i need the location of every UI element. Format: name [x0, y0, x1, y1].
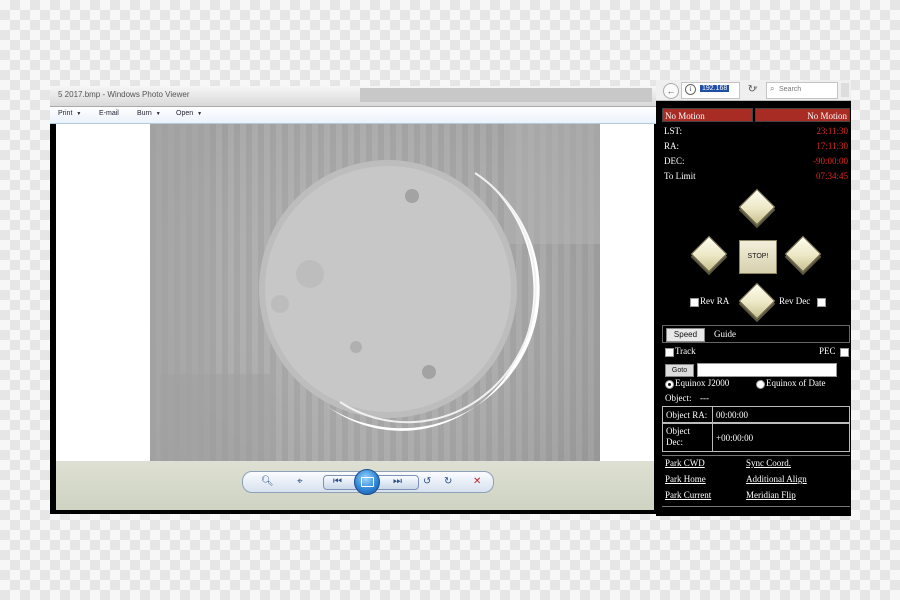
sync-coord-link[interactable]: Sync Coord.: [746, 458, 791, 468]
guide-label[interactable]: Guide: [714, 329, 736, 339]
arrow-left-icon: [690, 235, 728, 273]
menu-print-label: Print: [58, 110, 73, 117]
track-label: Track: [675, 346, 696, 356]
arrow-down-icon: [738, 282, 776, 320]
viewer-canvas: 🔍︎ ⌖ ⏮︎ ⏭︎ ↺ ↻ ✕: [56, 124, 654, 510]
equinox-j2000-radio[interactable]: [665, 380, 674, 389]
additional-align-link[interactable]: Additional Align: [746, 474, 807, 484]
bottom-divider: [662, 506, 850, 507]
search-placeholder: Search: [779, 86, 802, 93]
slideshow-icon[interactable]: [354, 469, 380, 495]
object-ra-value: 00:00:00: [716, 410, 749, 420]
ra-value: 17:11:30: [816, 141, 848, 151]
viewer-title: 5 2017.bmp - Windows Photo Viewer: [58, 90, 190, 99]
object-dec-divider: [712, 424, 713, 451]
menu-email[interactable]: E-mail: [99, 110, 119, 117]
goto-target-input[interactable]: [697, 363, 837, 377]
info-icon[interactable]: i: [685, 84, 696, 95]
park-cwd-link[interactable]: Park CWD: [665, 458, 705, 468]
search-icon: ⌕: [770, 84, 775, 93]
object-ra-divider: [712, 407, 713, 422]
pec-label: PEC: [819, 346, 836, 356]
menu-open-label: Open: [176, 110, 194, 117]
actual-size-icon[interactable]: ⌖: [297, 476, 303, 488]
to-limit-label: To Limit: [664, 171, 696, 181]
reload-icon[interactable]: ↻: [743, 82, 761, 97]
browser-window: ← i 192.168 ▾ ↻ ⌕ Search No Motion No Mo…: [656, 80, 851, 516]
equinox-date-radio[interactable]: [756, 380, 765, 389]
titlebar-shade: [360, 88, 652, 102]
track-checkbox[interactable]: [665, 348, 674, 357]
park-home-link[interactable]: Park Home: [665, 474, 706, 484]
arrow-up-icon: [738, 188, 776, 226]
arrow-right-icon: [784, 235, 822, 273]
pec-checkbox[interactable]: [840, 348, 849, 357]
dec-value: -90:00:00: [813, 156, 848, 166]
menu-print[interactable]: Print ▼: [58, 110, 81, 117]
slew-south-button[interactable]: [738, 282, 776, 320]
menu-burn[interactable]: Burn ▼: [137, 110, 161, 117]
object-ra-label: Object RA:: [666, 410, 708, 420]
links-divider: [662, 455, 850, 456]
chevron-down-icon: ▼: [197, 111, 203, 117]
url-bar[interactable]: i 192.168 ▾: [681, 82, 758, 99]
status-dec: No Motion: [755, 108, 850, 122]
viewer-controls-bar: 🔍︎ ⌖ ⏮︎ ⏭︎ ↺ ↻ ✕: [242, 469, 494, 495]
meridian-flip-link[interactable]: Meridian Flip: [746, 490, 796, 500]
viewer-titlebar[interactable]: 5 2017.bmp - Windows Photo Viewer: [50, 86, 656, 107]
photo-viewer-window: 5 2017.bmp - Windows Photo Viewer Print ▼…: [50, 86, 656, 514]
back-arrow-icon[interactable]: ←: [663, 83, 679, 99]
object-ra-row: Object RA: 00:00:00: [662, 406, 850, 423]
to-limit-value: 07:34:45: [815, 171, 848, 181]
menu-email-label: E-mail: [99, 110, 119, 117]
rev-ra-label: Rev RA: [700, 296, 730, 306]
object-dec-value: +00:00:00: [716, 433, 754, 443]
dec-label: DEC:: [664, 156, 685, 166]
previous-icon[interactable]: ⏮︎: [333, 476, 342, 488]
slideshow-screen: [361, 477, 374, 487]
object-value: ---: [700, 393, 709, 403]
menu-open[interactable]: Open ▼: [176, 110, 202, 117]
ra-label: RA:: [664, 141, 680, 151]
chevron-down-icon: ▼: [155, 111, 161, 117]
rev-dec-checkbox[interactable]: [817, 298, 826, 307]
slew-west-button[interactable]: [690, 235, 728, 273]
moon-photo: [150, 124, 600, 461]
goto-button[interactable]: Goto: [665, 364, 694, 377]
search-input[interactable]: ⌕ Search: [766, 82, 838, 99]
status-row: No Motion No Motion: [662, 108, 850, 124]
rotate-counterclockwise-icon[interactable]: ↺: [423, 476, 431, 488]
viewer-menubar: Print ▼ E-mail Burn ▼ Open ▼: [50, 107, 656, 124]
viewer-controls-area: 🔍︎ ⌖ ⏮︎ ⏭︎ ↺ ↻ ✕: [56, 461, 654, 510]
rev-dec-label: Rev Dec: [779, 296, 811, 306]
magnifier-icon[interactable]: 🔍︎: [261, 476, 274, 488]
crescent-moon-image: [150, 124, 600, 461]
object-dec-row: Object Dec: +00:00:00: [662, 423, 850, 452]
toolbar-overflow[interactable]: [841, 83, 849, 97]
url-text: 192.168: [700, 85, 730, 92]
speed-row: Speed Guide: [662, 325, 850, 343]
browser-toolbar: ← i 192.168 ▾ ↻ ⌕ Search: [656, 80, 851, 101]
equinox-date-label: Equinox of Date: [766, 378, 826, 388]
stop-button[interactable]: STOP!: [739, 240, 777, 274]
telescope-control-page: No Motion No Motion LST: 23:11:30 RA: 17…: [662, 108, 850, 514]
object-label: Object:: [665, 393, 692, 403]
rev-ra-checkbox[interactable]: [690, 298, 699, 307]
lst-value: 23:11:30: [816, 126, 848, 136]
object-dec-label-2: Dec:: [666, 437, 683, 447]
park-current-link[interactable]: Park Current: [665, 490, 711, 500]
object-dec-label-1: Object: [666, 426, 690, 436]
delete-icon[interactable]: ✕: [473, 476, 481, 488]
menu-burn-label: Burn: [137, 110, 152, 117]
status-ra: No Motion: [662, 108, 753, 122]
speed-button[interactable]: Speed: [666, 328, 705, 342]
chevron-down-icon: ▼: [76, 111, 82, 117]
next-icon[interactable]: ⏭︎: [393, 476, 402, 488]
equinox-j2000-label: Equinox J2000: [675, 378, 730, 388]
rotate-clockwise-icon[interactable]: ↻: [444, 476, 452, 488]
lst-label: LST:: [664, 126, 683, 136]
slew-north-button[interactable]: [738, 188, 776, 226]
slew-east-button[interactable]: [784, 235, 822, 273]
